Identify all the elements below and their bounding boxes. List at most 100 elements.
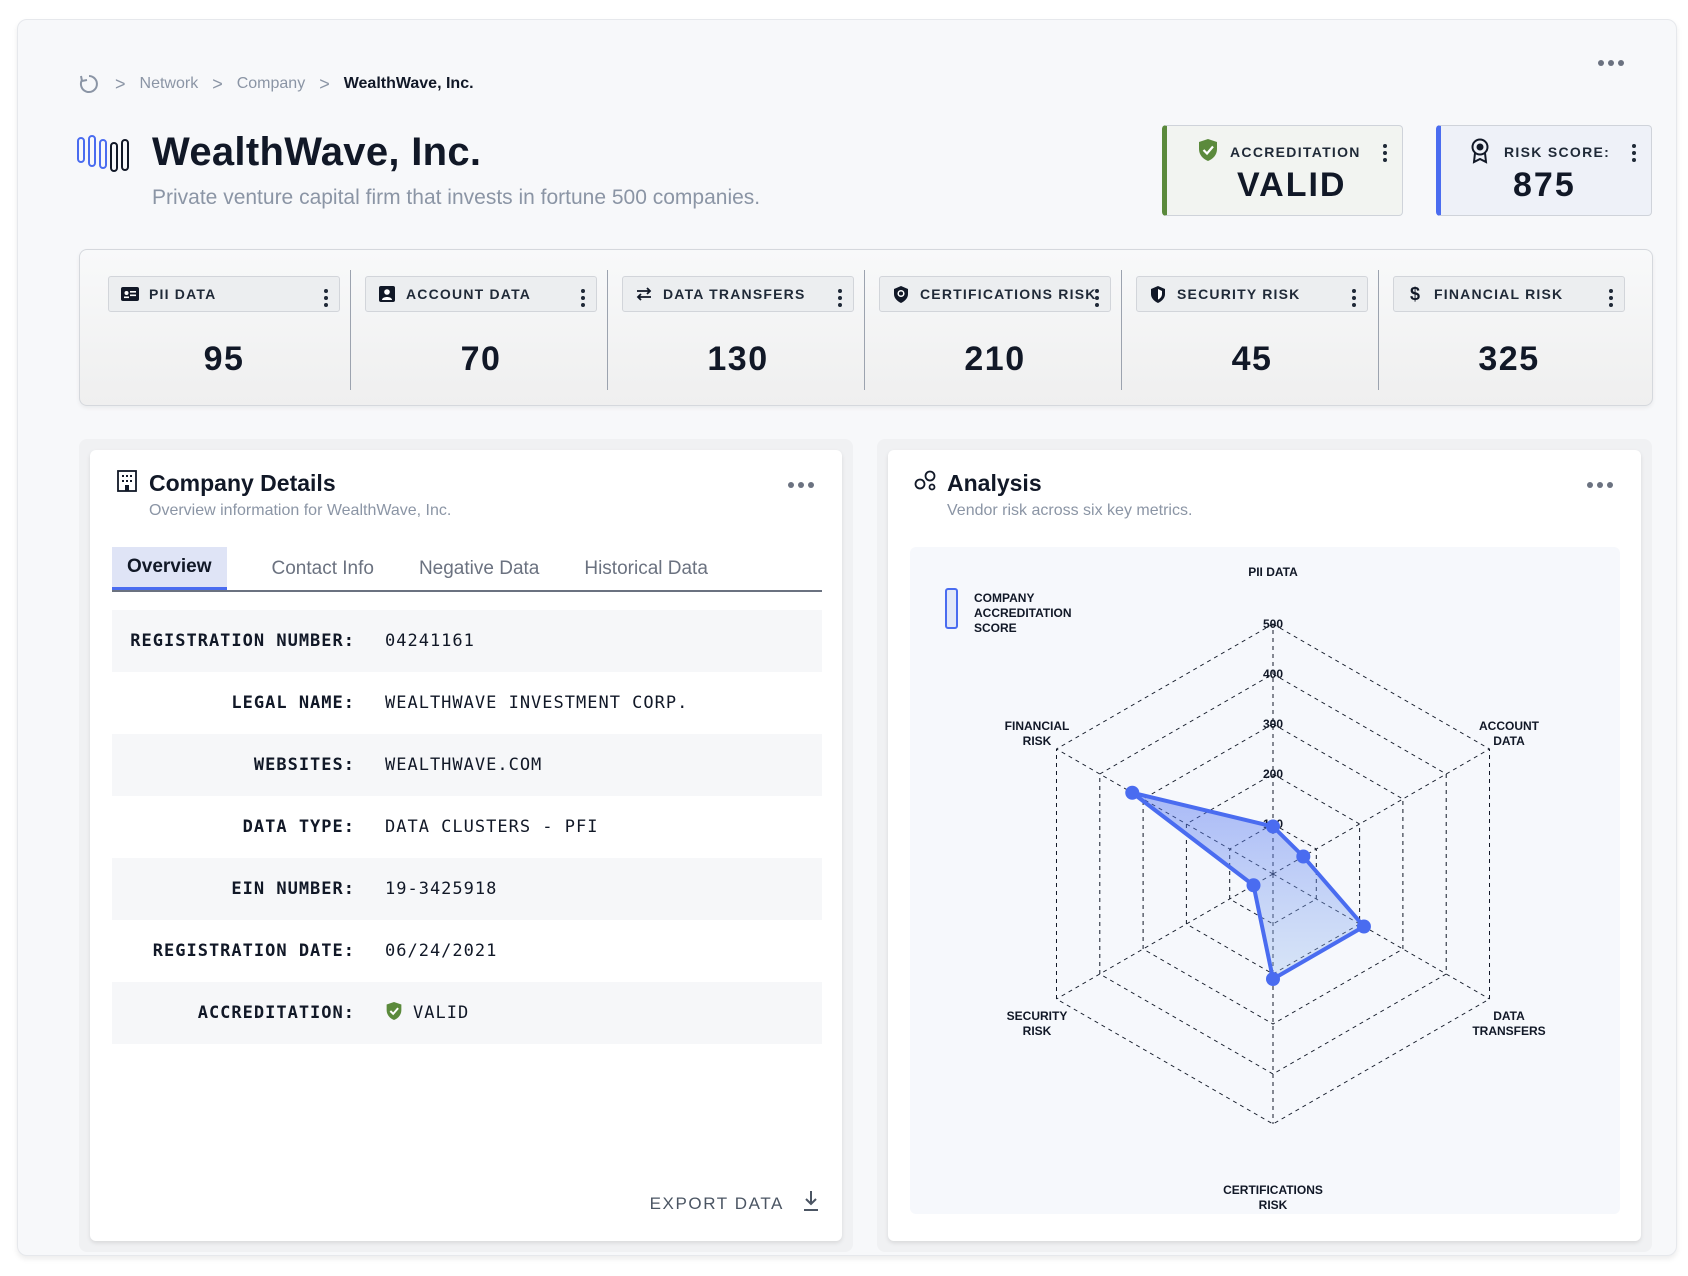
shield-check-icon (385, 1001, 403, 1026)
breadcrumb-network[interactable]: Network (140, 75, 199, 93)
metric-label: ACCOUNT DATA (406, 286, 532, 302)
radar-data-point (1296, 849, 1311, 864)
shield-check-icon (1197, 138, 1219, 167)
legend-swatch (945, 588, 958, 629)
detail-value: 04241161 (385, 631, 475, 651)
radar-axis-label: ACCOUNT DATA (1479, 719, 1540, 748)
detail-value: WEALTHWAVE.COM (385, 755, 542, 775)
metrics-strip: PII DATA 95 ACCOUNT DATA 70 DATA TRANSFE… (79, 249, 1653, 406)
metric-label: DATA TRANSFERS (663, 286, 806, 302)
accreditation-menu-icon[interactable] (1382, 144, 1388, 162)
detail-value: WEALTHWAVE INVESTMENT CORP. (385, 693, 688, 713)
detail-value: 19-3425918 (385, 879, 497, 899)
export-data-label: EXPORT DATA (649, 1193, 784, 1213)
metric-header: DATA TRANSFERS (622, 276, 854, 312)
radar-chart-container: 100200300400500PII DATAACCOUNTDATADATATR… (910, 547, 1620, 1214)
accreditation-card: ACCREDITATION VALID (1162, 125, 1403, 216)
detail-key: LEGAL NAME: (231, 693, 355, 713)
detail-key: ACCREDITATION: (197, 1003, 355, 1023)
detail-value: VALID (385, 1001, 469, 1026)
metric-header: $ FINANCIAL RISK (1393, 276, 1625, 312)
risk-score-value: 875 (1513, 166, 1576, 204)
risk-score-card: RISK SCORE: 875 (1436, 125, 1652, 216)
detail-value-text: WEALTHWAVE.COM (385, 755, 543, 775)
radar-data-point (1125, 785, 1140, 800)
analysis-title: Analysis (947, 470, 1042, 496)
detail-value: 06/24/2021 (385, 941, 497, 961)
metric-header: ACCOUNT DATA (365, 276, 597, 312)
detail-key: EIN NUMBER: (231, 879, 355, 899)
metric-menu-icon[interactable] (323, 289, 329, 307)
metric-value: 130 (707, 340, 769, 378)
breadcrumb-company[interactable]: Company (237, 75, 305, 93)
details-tabs: Overview Contact Info Negative Data Hist… (112, 547, 822, 592)
account-icon (378, 285, 396, 303)
refresh-icon[interactable] (77, 72, 101, 96)
details-list: REGISTRATION NUMBER: 04241161 LEGAL NAME… (112, 610, 822, 1044)
page-title: WealthWave, Inc. (152, 130, 482, 174)
metric-account-data: ACCOUNT DATA 70 (337, 250, 608, 390)
radar-data-point (1266, 819, 1280, 834)
breadcrumb-separator: > (115, 73, 126, 94)
radar-data-point (1356, 919, 1371, 934)
risk-score-menu-icon[interactable] (1631, 144, 1637, 162)
analysis-more-icon[interactable] (1587, 482, 1613, 488)
metric-value: 70 (460, 340, 502, 378)
company-details-panel: Company Details Overview information for… (90, 450, 842, 1241)
award-badge-icon (1469, 138, 1491, 169)
app-frame: > Network > Company > WealthWave, Inc. W… (17, 19, 1677, 1256)
dollar-icon: $ (1409, 283, 1420, 304)
tab-overview[interactable]: Overview (112, 547, 227, 590)
breadcrumb-separator: > (319, 73, 330, 94)
accreditation-label: ACCREDITATION (1230, 144, 1361, 160)
metric-value: 45 (1231, 340, 1273, 378)
radar-chart: 100200300400500PII DATAACCOUNTDATADATATR… (945, 565, 1546, 1212)
company-logo-icon (77, 134, 137, 174)
tab-negative-data[interactable]: Negative Data (404, 547, 554, 590)
tab-historical-data[interactable]: Historical Data (569, 547, 723, 590)
detail-row-legal-name: LEGAL NAME: WEALTHWAVE INVESTMENT CORP. (112, 672, 822, 734)
page-subtitle: Private venture capital firm that invest… (152, 186, 761, 209)
metric-pii-data: PII DATA 95 (80, 250, 351, 390)
metric-label: SECURITY RISK (1177, 286, 1301, 302)
metric-certifications-risk: CERTIFICATIONS RISK 210 (851, 250, 1122, 390)
metric-menu-icon[interactable] (837, 289, 843, 307)
page-more-icon[interactable] (1598, 60, 1624, 66)
detail-row-data-type: DATA TYPE: DATA CLUSTERS - PFI (112, 796, 822, 858)
breadcrumb: > Network > Company > WealthWave, Inc. (77, 70, 474, 98)
radar-axis-label: DATA TRANSFERS (1472, 1009, 1545, 1038)
detail-row-websites: WEBSITES: WEALTHWAVE.COM (112, 734, 822, 796)
detail-value-text: VALID (413, 1003, 470, 1023)
export-data-button[interactable]: EXPORT DATA (650, 1190, 820, 1217)
certificate-shield-icon (892, 285, 910, 303)
tab-contact-info[interactable]: Contact Info (257, 547, 389, 590)
company-details-more-icon[interactable] (788, 482, 814, 488)
metric-menu-icon[interactable] (1608, 289, 1614, 307)
shield-icon (1149, 285, 1167, 303)
detail-value: DATA CLUSTERS - PFI (385, 817, 598, 837)
detail-key: REGISTRATION DATE: (152, 941, 355, 961)
metric-value: 325 (1478, 340, 1540, 378)
breadcrumb-current: WealthWave, Inc. (343, 75, 474, 92)
nodes-icon (914, 470, 938, 494)
detail-value-text: DATA CLUSTERS - PFI (385, 817, 599, 837)
metric-security-risk: SECURITY RISK 45 (1108, 250, 1379, 390)
detail-value-text: WEALTHWAVE INVESTMENT CORP. (385, 693, 689, 713)
metric-menu-icon[interactable] (580, 289, 586, 307)
metric-data-transfers: DATA TRANSFERS 130 (594, 250, 865, 390)
metric-label: CERTIFICATIONS RISK (920, 286, 1097, 302)
radar-axis-label: PII DATA (1248, 565, 1298, 579)
metric-value: 210 (964, 340, 1026, 378)
detail-key: REGISTRATION NUMBER: (130, 631, 355, 651)
analysis-panel: Analysis Vendor risk across six key metr… (888, 450, 1641, 1241)
radar-data-point (1266, 972, 1280, 986)
radar-tick-label: 200 (1263, 767, 1283, 781)
radar-axis-label: SECURITY RISK (1007, 1009, 1068, 1038)
legend-label: COMPANY ACCREDITATION SCORE (974, 591, 1072, 635)
company-details-panel-wrapper: Company Details Overview information for… (79, 439, 853, 1252)
metric-menu-icon[interactable] (1094, 289, 1100, 307)
metric-menu-icon[interactable] (1351, 289, 1357, 307)
id-card-icon (121, 285, 139, 303)
download-icon (802, 1190, 820, 1217)
accreditation-value: VALID (1237, 166, 1347, 204)
